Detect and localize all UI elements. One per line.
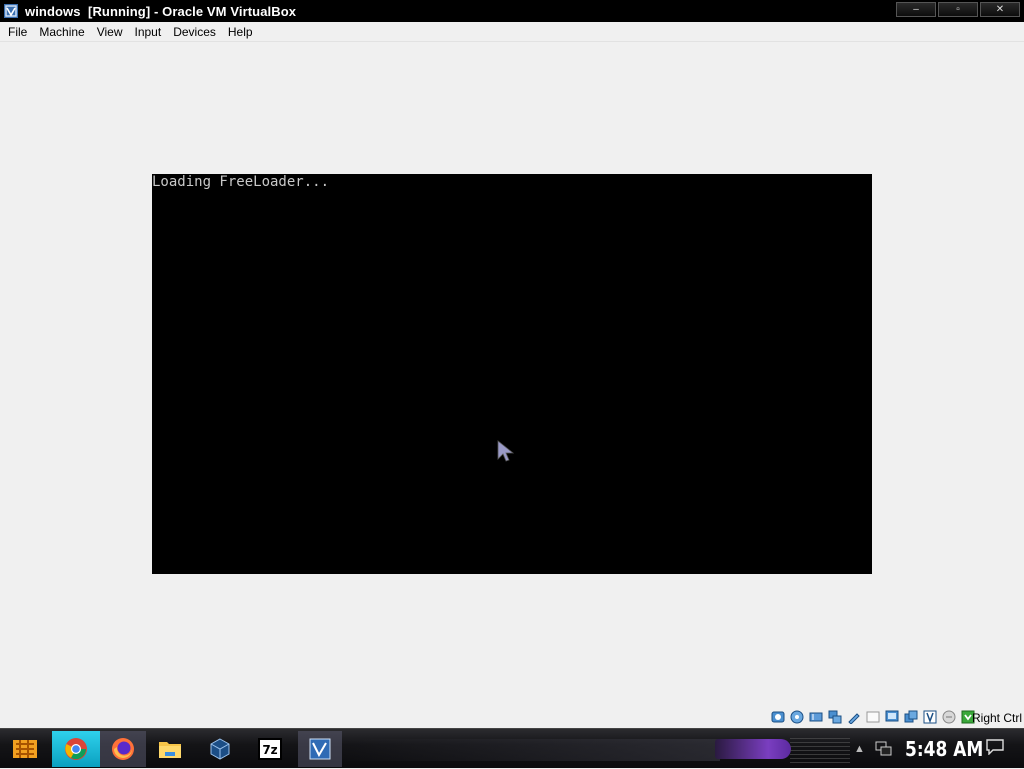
shared-folder-icon[interactable] — [865, 709, 881, 725]
menu-devices[interactable]: Devices — [167, 22, 222, 42]
folder-icon — [159, 742, 181, 758]
vm-boot-text: Loading FreeLoader... — [152, 174, 330, 190]
taskbar-stripes — [790, 735, 850, 763]
taskbar-7zip[interactable]: 7z — [248, 731, 292, 767]
virtualbox-icon — [210, 738, 230, 760]
taskbar-chrome[interactable] — [52, 731, 100, 767]
start-logo-icon — [13, 740, 37, 758]
close-button[interactable]: ✕ — [980, 2, 1020, 17]
mouse-pointer-icon — [497, 440, 515, 462]
taskbar-virtualbox-vm[interactable] — [298, 731, 342, 767]
start-button[interactable] — [2, 731, 48, 767]
optical-drive-icon[interactable] — [789, 709, 805, 725]
firefox-icon — [112, 738, 134, 760]
menu-machine[interactable]: Machine — [33, 22, 90, 42]
tray-overflow-chevron-icon[interactable]: ▲ — [854, 743, 865, 755]
chrome-icon — [65, 738, 87, 760]
audio-icon[interactable] — [808, 709, 824, 725]
menu-input[interactable]: Input — [129, 22, 168, 42]
network-tray-icon[interactable] — [875, 741, 893, 757]
virtualbox-app-icon — [4, 4, 18, 18]
vm-window-icon — [309, 738, 331, 760]
taskbar-accent-band — [715, 739, 791, 759]
notification-icon[interactable] — [986, 739, 1004, 755]
taskbar-clock[interactable]: 5:48 AM — [905, 737, 983, 761]
taskbar: 7z ▲ 5:48 AM — [0, 728, 1024, 768]
network-icon[interactable] — [827, 709, 843, 725]
maximize-button[interactable]: ▫ — [938, 2, 978, 17]
svg-text:7z: 7z — [262, 743, 277, 757]
display-icon[interactable] — [884, 709, 900, 725]
hard-disk-icon[interactable] — [770, 709, 786, 725]
taskbar-firefox[interactable] — [100, 731, 146, 767]
minimize-button[interactable]: – — [896, 2, 936, 17]
cpu-icon[interactable] — [941, 709, 957, 725]
window-title: windows [Running] - Oracle VM VirtualBox — [25, 3, 297, 19]
7zip-icon: 7z — [258, 738, 282, 760]
menu-view[interactable]: View — [91, 22, 129, 42]
menu-file[interactable]: File — [2, 22, 33, 42]
video-capture-icon[interactable] — [903, 709, 919, 725]
taskbar-virtualbox[interactable] — [198, 731, 242, 767]
vm-display[interactable]: Loading FreeLoader... — [152, 174, 872, 574]
mouse-integration-icon[interactable] — [922, 709, 938, 725]
window-title-bar[interactable]: windows [Running] - Oracle VM VirtualBox… — [0, 0, 1024, 22]
menu-bar: File Machine View Input Devices Help — [0, 22, 1024, 42]
taskbar-decoration — [340, 739, 720, 761]
host-key-label[interactable]: Right Ctrl — [972, 711, 1022, 725]
taskbar-file-explorer[interactable] — [148, 731, 192, 767]
usb-icon[interactable] — [846, 709, 862, 725]
vm-status-bar: Right Ctrl — [0, 707, 1024, 728]
menu-help[interactable]: Help — [222, 22, 259, 42]
